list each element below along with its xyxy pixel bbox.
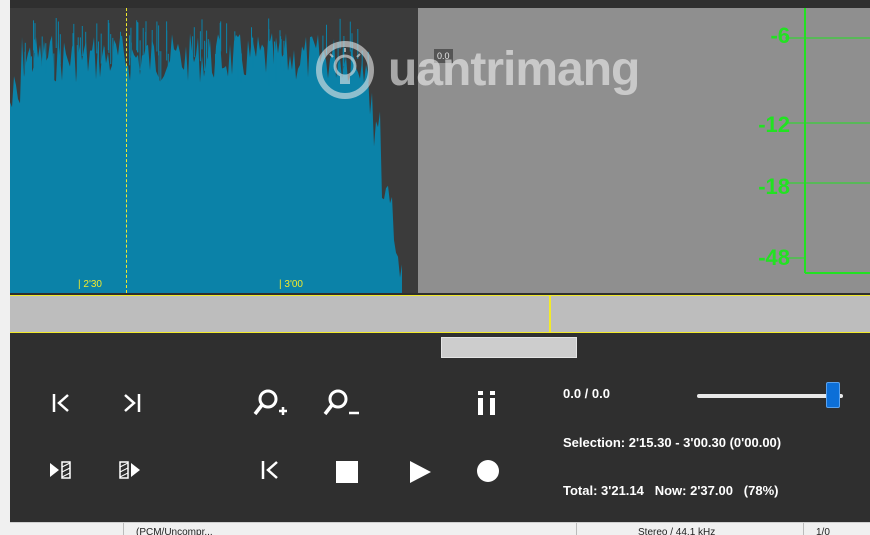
rewind-button[interactable] (256, 456, 284, 484)
volume-slider-track[interactable] (697, 394, 843, 398)
record-button[interactable] (474, 457, 502, 485)
left-edge-strip (0, 0, 10, 535)
status-cell-format: (PCM/Uncompr... (136, 523, 577, 535)
zoom-in-button[interactable] (250, 386, 292, 420)
pause-button[interactable] (474, 388, 500, 418)
level-readout: 0.0 / 0.0 (563, 386, 610, 401)
zoom-out-button[interactable] (320, 386, 362, 420)
rewind-icon (261, 461, 278, 479)
waveform-view[interactable]: | 2'30 | 3'00 0.0 -6 -12 -18 -48 uantrim… (10, 8, 870, 293)
meter-label: -6 (770, 23, 790, 48)
lightbulb-gear-icon (316, 41, 374, 99)
volume-slider-thumb[interactable] (826, 382, 840, 408)
stop-button[interactable] (333, 458, 361, 486)
skip-to-start-button[interactable] (46, 388, 76, 418)
horizontal-scroll-thumb[interactable] (441, 337, 577, 358)
selection-readout: Selection: 2'15.30 - 3'00.30 (0'00.00) (563, 435, 782, 450)
play-icon (410, 461, 431, 483)
timeline-cursor[interactable] (549, 296, 551, 332)
watermark-text: uantrimang (388, 43, 640, 96)
skip-to-end-icon (124, 394, 141, 412)
status-cell-extra: 1/0 (816, 527, 830, 535)
play-selection-button[interactable] (44, 456, 78, 484)
meter-label: -12 (758, 112, 790, 137)
status-bar: (PCM/Uncompr... Stereo / 44.1 kHz 1/0 (10, 522, 870, 535)
record-icon (477, 460, 499, 482)
watermark: uantrimang (310, 40, 640, 100)
stop-icon (336, 461, 358, 483)
total-now-readout: Total: 3'21.14 Now: 2'37.00 (78%) (563, 483, 779, 498)
status-cell-channels: Stereo / 44.1 kHz (638, 523, 804, 535)
meter-label: -18 (758, 174, 790, 199)
zoom-in-icon (253, 389, 287, 416)
meter-label: -48 (758, 245, 790, 270)
timeline-overview[interactable] (10, 295, 870, 333)
play-after-selection-icon (119, 461, 140, 479)
play-after-selection-button[interactable] (114, 456, 148, 484)
play-selection-icon (50, 461, 71, 479)
skip-to-end-button[interactable] (117, 388, 147, 418)
skip-to-start-icon (52, 394, 69, 412)
zoom-out-icon (323, 389, 359, 416)
pause-icon (478, 391, 495, 415)
play-button[interactable] (406, 457, 434, 487)
status-cell (10, 523, 124, 535)
audio-editor-window: | 2'30 | 3'00 0.0 -6 -12 -18 -48 uantrim… (0, 0, 870, 535)
